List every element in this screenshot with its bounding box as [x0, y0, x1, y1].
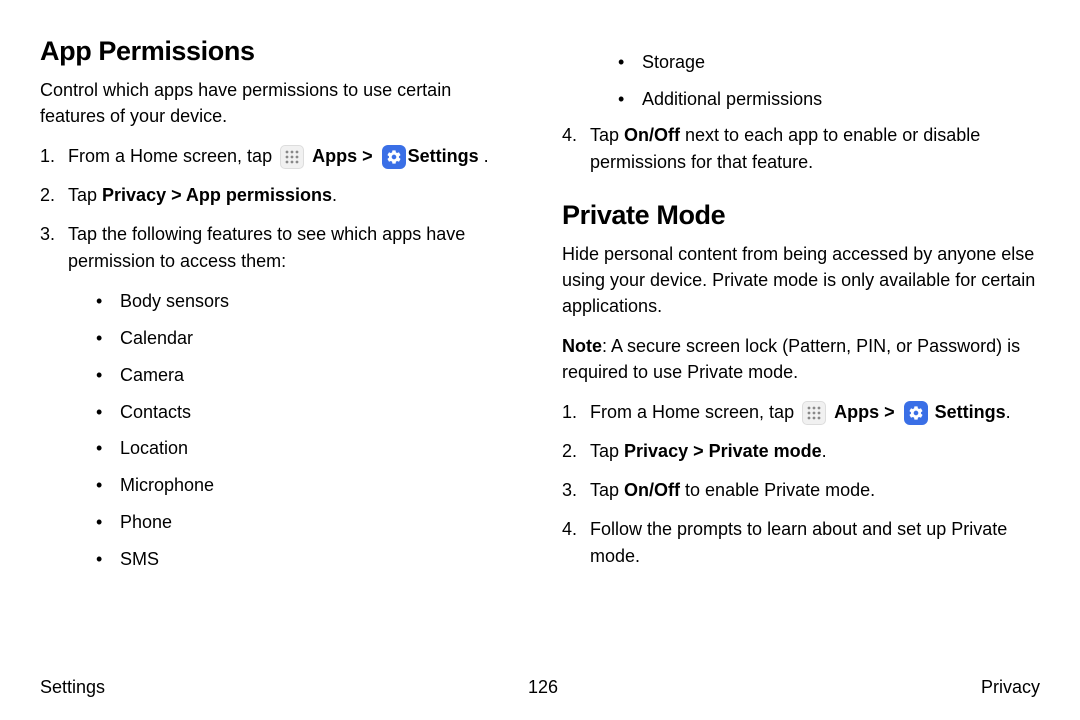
two-column-layout: App Permissions Control which apps have …: [40, 36, 1040, 656]
step-4: Tap On/Off next to each app to enable or…: [562, 122, 1040, 176]
separator: >: [879, 402, 900, 422]
footer-page-number: 126: [528, 677, 558, 698]
onoff-label: On/Off: [624, 480, 680, 500]
right-column: Storage Additional permissions Tap On/Of…: [562, 36, 1040, 656]
separator: >: [357, 146, 378, 166]
onoff-label: On/Off: [624, 125, 680, 145]
list-item: Phone: [96, 508, 518, 537]
left-column: App Permissions Control which apps have …: [40, 36, 518, 656]
footer-right: Privacy: [981, 677, 1040, 698]
list-item: SMS: [96, 545, 518, 574]
list-item: Camera: [96, 361, 518, 390]
section-title-app-permissions: App Permissions: [40, 36, 518, 67]
text: Tap the following features to see which …: [68, 224, 465, 271]
text: From a Home screen, tap: [68, 146, 277, 166]
features-list-right: Storage Additional permissions: [562, 48, 1040, 114]
list-item: Contacts: [96, 398, 518, 427]
text: Tap: [590, 480, 624, 500]
private-mode-intro: Hide personal content from being accesse…: [562, 241, 1040, 319]
text: Tap: [68, 185, 102, 205]
settings-gear-icon: [382, 145, 406, 169]
apps-label: Apps: [834, 402, 879, 422]
list-item: Location: [96, 434, 518, 463]
page-footer: Settings 126 Privacy: [40, 677, 1040, 698]
text: .: [479, 146, 489, 166]
step-2: Tap Privacy > App permissions.: [40, 182, 518, 209]
settings-gear-icon: [904, 401, 928, 425]
app-permissions-steps: From a Home screen, tap Apps > Settings …: [40, 143, 518, 573]
step-3: Tap the following features to see which …: [40, 221, 518, 573]
apps-label: Apps: [312, 146, 357, 166]
note-text: : A secure screen lock (Pattern, PIN, or…: [562, 336, 1020, 382]
footer-left: Settings: [40, 677, 105, 698]
text: Tap: [590, 441, 624, 461]
apps-grid-icon: [280, 145, 304, 169]
list-item: Storage: [618, 48, 1040, 77]
step-4: Follow the prompts to learn about and se…: [562, 516, 1040, 570]
text: Tap: [590, 125, 624, 145]
text: to enable Private mode.: [680, 480, 875, 500]
section-title-private-mode: Private Mode: [562, 200, 1040, 231]
text: .: [1006, 402, 1011, 422]
app-permissions-intro: Control which apps have permissions to u…: [40, 77, 518, 129]
step-2: Tap Privacy > Private mode.: [562, 438, 1040, 465]
text: .: [332, 185, 337, 205]
settings-label: Settings: [408, 146, 479, 166]
features-list-left: Body sensors Calendar Camera Contacts Lo…: [68, 287, 518, 573]
apps-grid-icon: [802, 401, 826, 425]
list-item: Additional permissions: [618, 85, 1040, 114]
privacy-path: Privacy > Private mode: [624, 441, 822, 461]
list-item: Body sensors: [96, 287, 518, 316]
text: From a Home screen, tap: [590, 402, 799, 422]
privacy-path: Privacy > App permissions: [102, 185, 332, 205]
step-3: Tap On/Off to enable Private mode.: [562, 477, 1040, 504]
settings-label: Settings: [935, 402, 1006, 422]
list-item: Microphone: [96, 471, 518, 500]
private-mode-note: Note: A secure screen lock (Pattern, PIN…: [562, 333, 1040, 385]
app-permissions-steps-cont: Tap On/Off next to each app to enable or…: [562, 122, 1040, 176]
private-mode-steps: From a Home screen, tap Apps > Settings.…: [562, 399, 1040, 570]
note-label: Note: [562, 336, 602, 356]
list-item: Calendar: [96, 324, 518, 353]
text: .: [822, 441, 827, 461]
step-1: From a Home screen, tap Apps > Settings …: [40, 143, 518, 170]
step-1: From a Home screen, tap Apps > Settings.: [562, 399, 1040, 426]
